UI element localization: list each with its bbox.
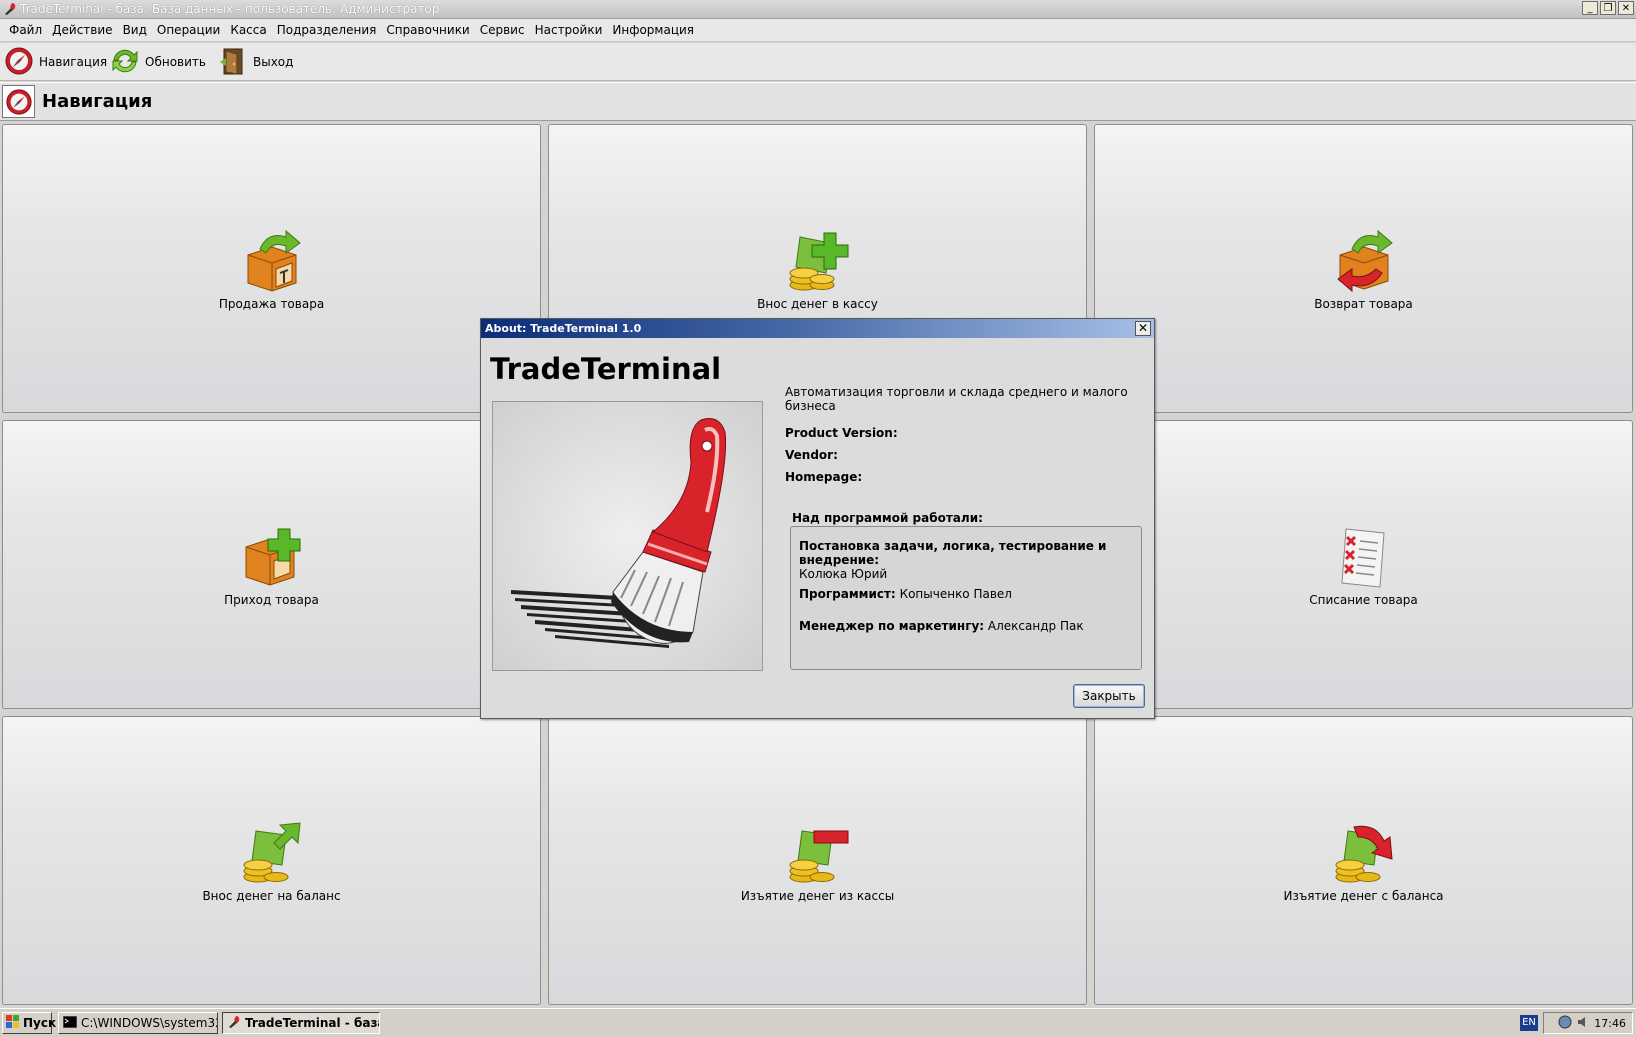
box-add-icon (240, 525, 304, 589)
dialog-title-bar[interactable]: About: TradeTerminal 1.0 ✕ (481, 319, 1154, 338)
coins-minus-icon (786, 821, 850, 885)
navigation-button[interactable]: Навигация (4, 47, 107, 77)
tile-label: Приход товара (224, 593, 319, 607)
minimize-button[interactable]: _ (1582, 1, 1598, 15)
product-name: TradeTerminal (490, 352, 722, 386)
box-return-icon (1332, 229, 1396, 293)
vendor-label: Vendor: (785, 448, 838, 462)
refresh-button-label: Обновить (145, 55, 206, 69)
credit-entry: Менеджер по маркетингу: Александр Пак (799, 619, 1084, 633)
tile-sale[interactable]: Продажа товара (2, 124, 541, 413)
writeoff-list-icon (1332, 525, 1396, 589)
menu-file[interactable]: Файл (4, 23, 47, 37)
credits-panel: Постановка задачи, логика, тестирование … (790, 526, 1142, 670)
compass-icon (2, 85, 35, 118)
tile-label: Внос денег в кассу (757, 297, 878, 311)
credit-entry: Постановка задачи, логика, тестирование … (799, 539, 1141, 581)
homepage-label: Homepage: (785, 470, 863, 484)
network-icon[interactable] (1558, 1015, 1572, 1032)
credit-name: Колюка Юрий (799, 567, 888, 581)
page-title: Навигация (42, 91, 153, 112)
tile-label: Продажа товара (218, 297, 325, 311)
window-title: TradeTerminal - база: База данных - поль… (20, 2, 440, 16)
coins-out-icon (1332, 821, 1396, 885)
close-dialog-button[interactable]: Закрыть (1073, 684, 1145, 708)
close-window-button[interactable]: ✕ (1618, 1, 1634, 15)
menu-cash[interactable]: Касса (225, 23, 271, 37)
menu-references[interactable]: Справочники (381, 23, 474, 37)
tile-return[interactable]: Возврат товара (1094, 124, 1633, 413)
start-button[interactable]: Пуск (2, 1012, 56, 1034)
menu-info[interactable]: Информация (607, 23, 699, 37)
app-brush-icon (3, 2, 17, 19)
box-sale-icon (240, 229, 304, 293)
credit-role: Постановка задачи, логика, тестирование … (799, 539, 1107, 567)
language-indicator[interactable]: EN (1520, 1015, 1538, 1031)
window-title-bar: TradeTerminal - база: База данных - поль… (0, 0, 1636, 19)
tile-writeoff[interactable]: Списание товара (1094, 420, 1633, 709)
windows-logo-icon (6, 1014, 20, 1032)
volume-icon[interactable] (1576, 1015, 1590, 1032)
tile-label: Списание товара (1309, 593, 1418, 607)
product-version-label: Product Version: (785, 426, 898, 440)
navigation-button-label: Навигация (39, 55, 108, 69)
taskbar-item-tradeterminal[interactable]: TradeTerminal - база... (222, 1012, 380, 1034)
menu-service[interactable]: Сервис (475, 23, 530, 37)
console-icon (62, 1015, 78, 1031)
start-label: Пуск (23, 1016, 57, 1030)
tile-balance-in[interactable]: Внос денег на баланс (2, 716, 541, 1005)
maximize-button[interactable]: ❐ (1600, 1, 1616, 15)
credit-entry: Программист: Копыченко Павел (799, 587, 1012, 601)
compass-icon (4, 46, 34, 79)
coins-in-icon (240, 821, 304, 885)
credit-name: Александр Пак (987, 619, 1084, 633)
refresh-icon (110, 46, 140, 79)
menu-view[interactable]: Вид (118, 23, 152, 37)
tile-balance-out[interactable]: Изъятие денег с баланса (1094, 716, 1633, 1005)
taskbar: Пуск C:\WINDOWS\system32... TradeTermina… (0, 1008, 1636, 1037)
coins-plus-icon (786, 229, 850, 293)
toolbar: Навигация Обновить Выход (0, 43, 1636, 81)
app-brush-icon (227, 1015, 241, 1032)
taskbar-item-label: TradeTerminal - база... (245, 1016, 379, 1030)
system-tray: 17:46 (1543, 1012, 1633, 1034)
menu-settings[interactable]: Настройки (530, 23, 608, 37)
menu-operations[interactable]: Операции (152, 23, 225, 37)
menu-departments[interactable]: Подразделения (272, 23, 382, 37)
refresh-button[interactable]: Обновить (110, 47, 206, 77)
credit-role: Программист: (799, 587, 896, 601)
about-dialog: About: TradeTerminal 1.0 ✕ TradeTerminal… (480, 318, 1155, 719)
tile-cash-out[interactable]: Изъятие денег из кассы (548, 716, 1087, 1005)
door-exit-icon (218, 46, 248, 79)
brush-barcode-logo (492, 401, 763, 671)
tile-label: Возврат товара (1314, 297, 1413, 311)
taskbar-item-label: C:\WINDOWS\system32... (81, 1016, 217, 1030)
tile-receipt[interactable]: Приход товара (2, 420, 541, 709)
credit-name: Копыченко Павел (899, 587, 1012, 601)
exit-button-label: Выход (253, 55, 294, 69)
credits-heading: Над программой работали: (792, 511, 983, 525)
menu-action[interactable]: Действие (47, 23, 117, 37)
taskbar-item-console[interactable]: C:\WINDOWS\system32... (58, 1012, 218, 1034)
tile-label: Изъятие денег с баланса (1283, 889, 1444, 903)
product-tagline: Автоматизация торговли и склада среднего… (785, 385, 1128, 413)
menu-bar: Файл Действие Вид Операции Касса Подразд… (0, 19, 1636, 42)
credit-role: Менеджер по маркетингу: (799, 619, 985, 633)
clock[interactable]: 17:46 (1594, 1017, 1626, 1030)
tile-label: Внос денег на баланс (202, 889, 341, 903)
tile-label: Изъятие денег из кассы (740, 889, 895, 903)
exit-button[interactable]: Выход (218, 47, 293, 77)
close-icon[interactable]: ✕ (1135, 321, 1151, 336)
dialog-title: About: TradeTerminal 1.0 (485, 322, 642, 335)
navigation-header: Навигация (0, 82, 1636, 121)
